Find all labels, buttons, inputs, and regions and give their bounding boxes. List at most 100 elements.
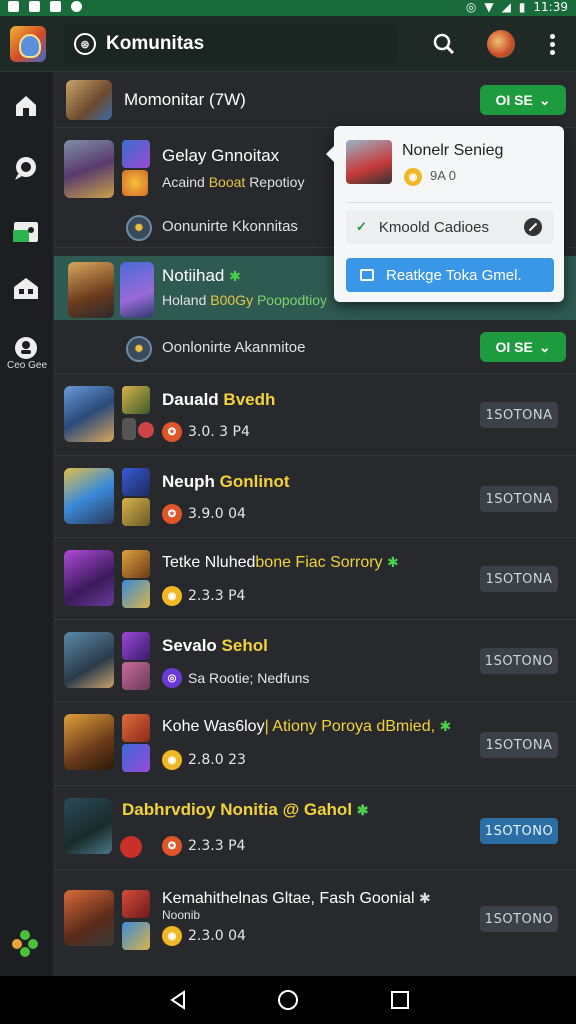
join-button[interactable]: OI SE ⌄ — [480, 85, 566, 115]
item-tag-button[interactable]: 1SOTONO — [480, 818, 558, 844]
home-nav-icon[interactable] — [274, 986, 302, 1014]
game-thumbnail — [68, 262, 114, 318]
wifi-icon: ▼ — [484, 0, 494, 14]
item-title: Dabhrvdioy Nonitia @ Gahol ✱ — [122, 800, 369, 819]
search-icon[interactable] — [430, 30, 458, 58]
signal-icon: ◢ — [501, 0, 511, 14]
game-icon — [122, 580, 150, 608]
verified-icon: ✱ — [387, 554, 399, 570]
page-title: Komunitas — [106, 33, 205, 54]
list-item[interactable]: Sevalo Sehol ◎ Sa Rootie; Nedfuns 1SOTON… — [54, 620, 576, 702]
game-thumbnail — [64, 550, 114, 606]
header-title: Momonitar (7W) — [124, 90, 246, 109]
back-icon[interactable] — [164, 986, 192, 1014]
game-thumbnail — [64, 386, 114, 442]
item-title: Kohe Was6loy| Ationy Poroya dBmied, ✱ — [162, 718, 452, 735]
battery-icon: ▮ — [518, 0, 526, 14]
clock: 11:39 — [533, 0, 568, 14]
verified-icon: ✱ — [356, 802, 369, 818]
game-icon — [122, 550, 150, 578]
game-thumbnail — [64, 798, 112, 854]
item-meta: 2.3.3 P4 — [188, 838, 246, 854]
community-badge-icon: ✺ — [126, 336, 152, 362]
item-meta: Sa Rootie; Nedfuns — [188, 670, 310, 686]
verified-icon: ✱ — [439, 718, 452, 734]
item-title: Sevalo Sehol — [162, 636, 268, 655]
notification-icon — [29, 1, 40, 12]
save-icon — [360, 269, 374, 281]
item-meta: 2.8.0 23 — [188, 752, 246, 768]
game-icon — [122, 498, 150, 526]
notification-icon — [8, 1, 19, 12]
item-tag-button[interactable]: 1SOTONO — [480, 648, 558, 674]
item-tag-button[interactable]: 1SOTONO — [480, 906, 558, 932]
coin-icon: ✪ — [162, 422, 182, 442]
item-meta: 3.9.0 04 — [188, 506, 246, 522]
game-thumbnail — [64, 468, 114, 524]
item-tag-button[interactable]: 1SOTONA — [480, 566, 558, 592]
game-thumbnail — [64, 890, 114, 946]
block-icon[interactable] — [524, 218, 542, 236]
alarm-icon: ◎ — [465, 0, 477, 14]
game-icon — [122, 468, 150, 496]
join-button[interactable]: OI SE ⌄ — [480, 332, 566, 362]
community-badge-icon: ✺ — [126, 215, 152, 241]
notification-icons — [8, 1, 82, 12]
game-icon — [122, 744, 150, 772]
item-title: Kemahithelnas Gltae, Fash Goonial ✱ — [162, 890, 431, 907]
avatar[interactable] — [487, 30, 515, 58]
item-meta: 2.3.0 04 — [188, 928, 246, 944]
item-tag-button[interactable]: 1SOTONA — [480, 732, 558, 758]
list-item[interactable]: Dauald Bvedh ✪ 3.0. 3 P4 1SOTONA — [54, 374, 576, 456]
chat-search-icon[interactable] — [8, 150, 44, 186]
divider — [346, 202, 552, 203]
apps-icon[interactable] — [10, 928, 40, 958]
notification-icon — [50, 1, 61, 12]
item-meta: 3.0. 3 P4 — [188, 424, 250, 440]
sidebar: Ceo Gee — [0, 72, 54, 1012]
game-icon — [122, 386, 150, 414]
check-icon: ✓ — [356, 219, 367, 234]
item-tag-button[interactable]: 1SOTONA — [480, 486, 558, 512]
game-icon — [122, 890, 150, 918]
popup-option[interactable]: ✓ Kmoold Cadioes — [346, 210, 554, 244]
community-name: Oonlonirte Akanmitoe — [162, 339, 306, 356]
store-icon[interactable] — [8, 212, 44, 248]
house-icon[interactable] — [8, 270, 44, 306]
item-subtitle: Noonib — [162, 908, 201, 922]
list-item[interactable]: Dabhrvdioy Nonitia @ Gahol ✱ ✪ 2.3.3 P4 … — [54, 786, 576, 870]
home-icon[interactable] — [8, 88, 44, 124]
verified-icon: ✱ — [419, 890, 431, 906]
notification-icon — [71, 1, 82, 12]
item-title: Neuph Gonlinot — [162, 472, 290, 491]
title-area[interactable]: ⊛ Komunitas — [64, 24, 398, 64]
verified-icon: ✱ — [229, 268, 241, 284]
game-icon — [120, 836, 142, 858]
app-bar: ⊛ Komunitas — [0, 16, 576, 72]
status-bar: ◎ ▼ ◢ ▮ 11:39 — [0, 0, 576, 16]
item-title: Tetke Nluhedbone Fiac Sorrory ✱ — [162, 554, 399, 571]
list-header-row[interactable]: Momonitar (7W) OI SE ⌄ — [54, 72, 576, 128]
group-title: Gelay Gnnoitax — [162, 146, 280, 165]
community-icon: ⊛ — [74, 33, 96, 55]
coin-icon — [138, 422, 154, 438]
popup-name: Nonelr Senieg — [402, 142, 504, 159]
list-item[interactable]: Kemahithelnas Gltae, Fash Goonial ✱ Noon… — [54, 870, 576, 976]
item-tag-button[interactable]: 1SOTONA — [480, 402, 558, 428]
popup-action-button[interactable]: Reatkge Toka Gmel. — [346, 258, 554, 292]
game-thumbnail — [64, 140, 114, 198]
game-icon — [122, 170, 148, 196]
game-icon — [122, 662, 150, 690]
item-meta: 2.3.3 P4 — [188, 588, 246, 604]
app-logo[interactable] — [10, 26, 46, 62]
list-item[interactable]: Kohe Was6loy| Ationy Poroya dBmied, ✱ ◉ … — [54, 702, 576, 786]
community-name: Oonunirte Kkonnitas — [162, 218, 298, 235]
recents-icon[interactable] — [386, 986, 414, 1014]
more-options-icon[interactable] — [538, 30, 566, 58]
chevron-down-icon: ⌄ — [538, 338, 551, 355]
coin-icon: ◉ — [162, 586, 182, 606]
list-item[interactable]: Neuph Gonlinot ✪ 3.9.0 04 1SOTONA — [54, 456, 576, 538]
coin-icon: ◉ — [162, 750, 182, 770]
group-subtitle: Acaind Booat Repotioy — [162, 174, 305, 190]
list-item[interactable]: Tetke Nluhedbone Fiac Sorrory ✱ ◉ 2.3.3 … — [54, 538, 576, 620]
